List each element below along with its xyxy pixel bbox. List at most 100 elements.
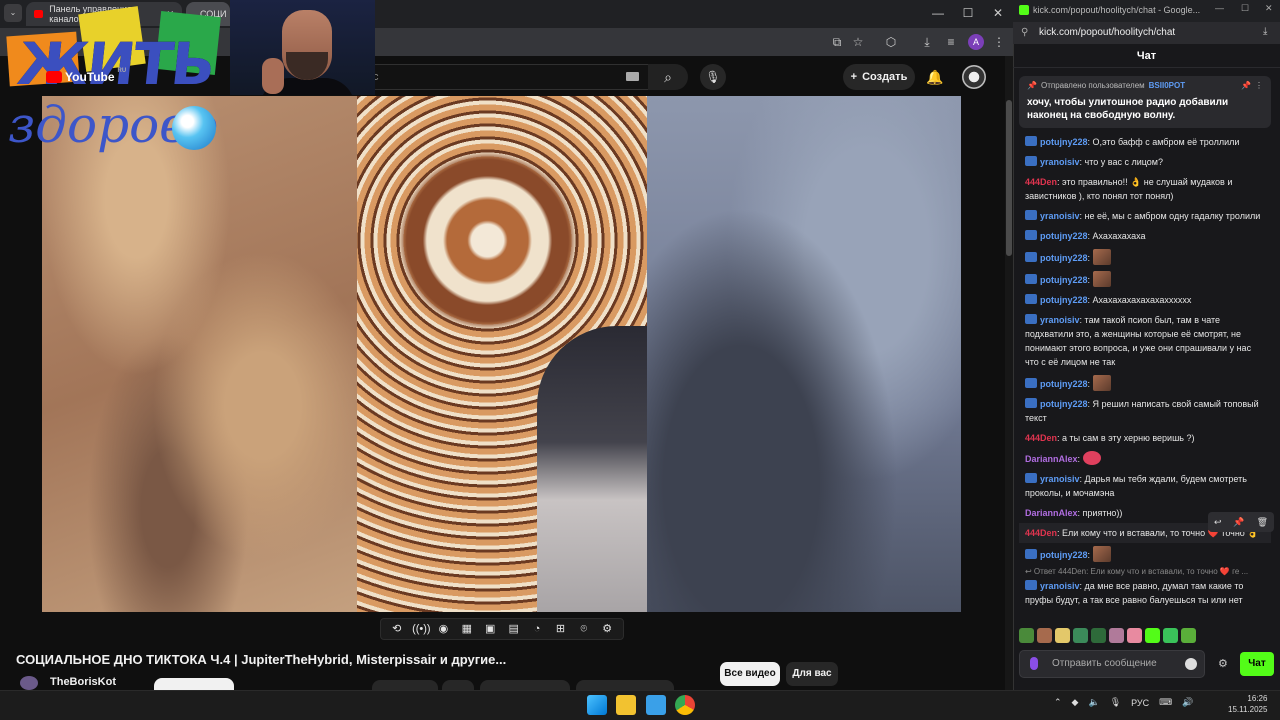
keyboard-icon[interactable] — [626, 72, 639, 81]
pip-icon[interactable]: ▣ — [482, 622, 498, 636]
chat-message[interactable]: DariannAlex: — [1019, 448, 1271, 469]
chat-username[interactable]: potujny228 — [1040, 550, 1088, 560]
popout-maximize-button[interactable]: ☐ — [1241, 3, 1249, 14]
chat-settings-gear-icon[interactable]: ⚙ — [1218, 657, 1228, 670]
popout-minimize-button[interactable]: — — [1215, 3, 1224, 13]
chat-message[interactable]: potujny228: — [1019, 246, 1271, 268]
youtube-logo[interactable]: YouTube RU — [46, 68, 126, 84]
chat-message[interactable]: potujny228: О,это бафф с амбром её тролл… — [1019, 132, 1271, 152]
taskbar-clock[interactable]: 16:26 15.11.2025 — [1228, 693, 1267, 715]
browser-menu-icon[interactable]: ⋮ — [990, 33, 1008, 51]
minimize-button[interactable]: — — [928, 4, 948, 22]
emote-icon[interactable] — [1163, 628, 1178, 643]
search-button[interactable]: ⌕ — [648, 64, 688, 90]
chat-username[interactable]: yranoisiv — [1040, 474, 1080, 484]
reply-icon[interactable]: ↩ — [1214, 517, 1222, 528]
pinned-message[interactable]: 📌 Отправлено пользователем BSII0POT 📌 ⋮ … — [1019, 76, 1271, 128]
chat-message[interactable]: yranoisiv: там такой псиоп был, там в ча… — [1019, 310, 1271, 372]
chat-message[interactable]: yranoisiv: что у вас с лицом? — [1019, 152, 1271, 172]
chat-username[interactable]: 444Den — [1025, 433, 1057, 443]
chat-mic-icon[interactable] — [1030, 657, 1038, 670]
pinned-more-icon[interactable]: ⋮ — [1255, 81, 1263, 90]
chat-message-input[interactable]: Отправить сообщение — [1019, 650, 1205, 678]
chat-username[interactable]: yranoisiv — [1040, 211, 1080, 221]
gear-icon[interactable]: ⚙ — [599, 622, 615, 636]
chat-message[interactable]: potujny228: — [1019, 543, 1271, 565]
chat-username[interactable]: potujny228 — [1040, 295, 1088, 305]
emote-icon[interactable] — [1019, 628, 1034, 643]
channel-name[interactable]: TheBorisKot — [50, 676, 116, 688]
chat-message[interactable]: yranoisiv: Дарья мы тебя ждали, будем см… — [1019, 469, 1271, 503]
close-button[interactable]: ✕ — [988, 4, 1008, 22]
chat-send-button[interactable]: Чат — [1240, 652, 1274, 676]
popout-close-button[interactable]: ✕ — [1265, 3, 1273, 14]
tray-speaker-icon[interactable]: 🔈 — [1088, 697, 1099, 708]
create-button[interactable]: + Создать — [843, 64, 915, 90]
profile-avatar[interactable]: A — [968, 34, 984, 50]
chat-username[interactable]: potujny228 — [1040, 399, 1088, 409]
file-explorer-icon[interactable] — [616, 695, 636, 715]
tray-language[interactable]: РУС — [1131, 698, 1149, 708]
user-avatar[interactable] — [962, 65, 986, 89]
chat-username[interactable]: yranoisiv — [1040, 157, 1080, 167]
chat-username[interactable]: DariannAlex — [1025, 508, 1078, 518]
popout-url-bar[interactable]: ⚲ kick.com/popout/hoolitych/chat ⤓ — [1013, 22, 1280, 44]
chat-username[interactable]: potujny228 — [1040, 231, 1088, 241]
chat-username[interactable]: potujny228 — [1040, 275, 1088, 285]
film-icon[interactable]: ▦ — [459, 622, 475, 636]
media-controls-icon[interactable]: ≡ — [942, 33, 960, 51]
chip-all-videos[interactable]: Все видео — [720, 662, 780, 686]
delete-icon[interactable]: 🗑 — [1257, 517, 1268, 528]
voice-search-mic-icon[interactable]: 🎙 — [700, 64, 726, 90]
chat-message[interactable]: potujny228: Ахахахахахахахахххххх — [1019, 290, 1271, 310]
notifications-bell-icon[interactable]: 🔔 — [924, 64, 946, 90]
tray-mic-icon[interactable]: 🎙 — [1110, 697, 1121, 708]
popout-download-icon[interactable]: ⤓ — [1263, 26, 1267, 37]
tray-chevron-icon[interactable]: ⌃ — [1054, 697, 1062, 708]
emote-icon[interactable] — [1073, 628, 1088, 643]
search-input[interactable]: c — [360, 64, 650, 90]
repeat-icon[interactable]: ⟲ — [389, 622, 405, 636]
chat-emote-icon[interactable] — [1092, 271, 1111, 287]
download-icon[interactable]: ⤓ — [918, 33, 936, 51]
speed-icon[interactable]: ◔ — [529, 622, 545, 636]
chat-username[interactable]: potujny228 — [1040, 379, 1088, 389]
extensions-icon[interactable]: ⬡ — [882, 33, 900, 51]
chat-username[interactable]: DariannAlex — [1025, 454, 1078, 464]
tray-app-icon[interactable]: ◆ — [1072, 697, 1079, 708]
channel-avatar[interactable] — [20, 676, 38, 690]
notepad-icon[interactable] — [646, 695, 666, 715]
chat-message[interactable]: potujny228: — [1019, 268, 1271, 290]
pinned-user[interactable]: BSII0POT — [1149, 81, 1185, 90]
chat-username[interactable]: potujny228 — [1040, 137, 1088, 147]
chat-message[interactable]: potujny228: Ахахахахаха — [1019, 226, 1271, 246]
emote-icon[interactable] — [1145, 628, 1160, 643]
chat-message[interactable]: 444Den: а ты сам в эту херню веришь ?) — [1019, 428, 1271, 448]
windows-start-icon[interactable] — [587, 695, 607, 715]
emote-icon[interactable] — [1127, 628, 1142, 643]
tray-volume-icon[interactable]: 🔊 — [1182, 697, 1193, 708]
comment-button[interactable] — [442, 680, 474, 690]
add-icon[interactable]: ⊞ — [552, 622, 568, 636]
page-scrollbar-thumb[interactable] — [1006, 100, 1012, 256]
download-button[interactable] — [576, 680, 674, 690]
chat-username[interactable]: 444Den — [1025, 528, 1057, 538]
emote-icon[interactable] — [1091, 628, 1106, 643]
chat-message[interactable]: potujny228: — [1019, 372, 1271, 394]
chat-emote-icon[interactable] — [1092, 546, 1111, 562]
chat-emote-icon[interactable] — [1092, 249, 1111, 265]
chip-for-you[interactable]: Для вас — [786, 662, 838, 686]
broadcast-icon[interactable]: ((•)) — [412, 622, 431, 636]
subscribe-button[interactable] — [154, 678, 234, 690]
chat-message[interactable]: yranoisiv: не её, мы с амбром одну гадал… — [1019, 206, 1271, 226]
reply-reference[interactable]: ↩ Ответ 444Den: Ели кому что и вставали,… — [1019, 565, 1271, 576]
maximize-button[interactable]: ☐ — [958, 4, 978, 22]
chat-message[interactable]: yranoisiv: да мне все равно, думал там к… — [1019, 576, 1271, 610]
like-button[interactable] — [372, 680, 438, 690]
chat-emote-icon[interactable] — [1082, 451, 1101, 465]
chrome-icon[interactable] — [675, 695, 695, 715]
chat-username[interactable]: potujny228 — [1040, 253, 1088, 263]
bookmark-star-icon[interactable]: ☆ — [849, 33, 867, 51]
chat-emote-icon[interactable] — [1092, 375, 1111, 391]
chat-username[interactable]: yranoisiv — [1040, 581, 1080, 591]
